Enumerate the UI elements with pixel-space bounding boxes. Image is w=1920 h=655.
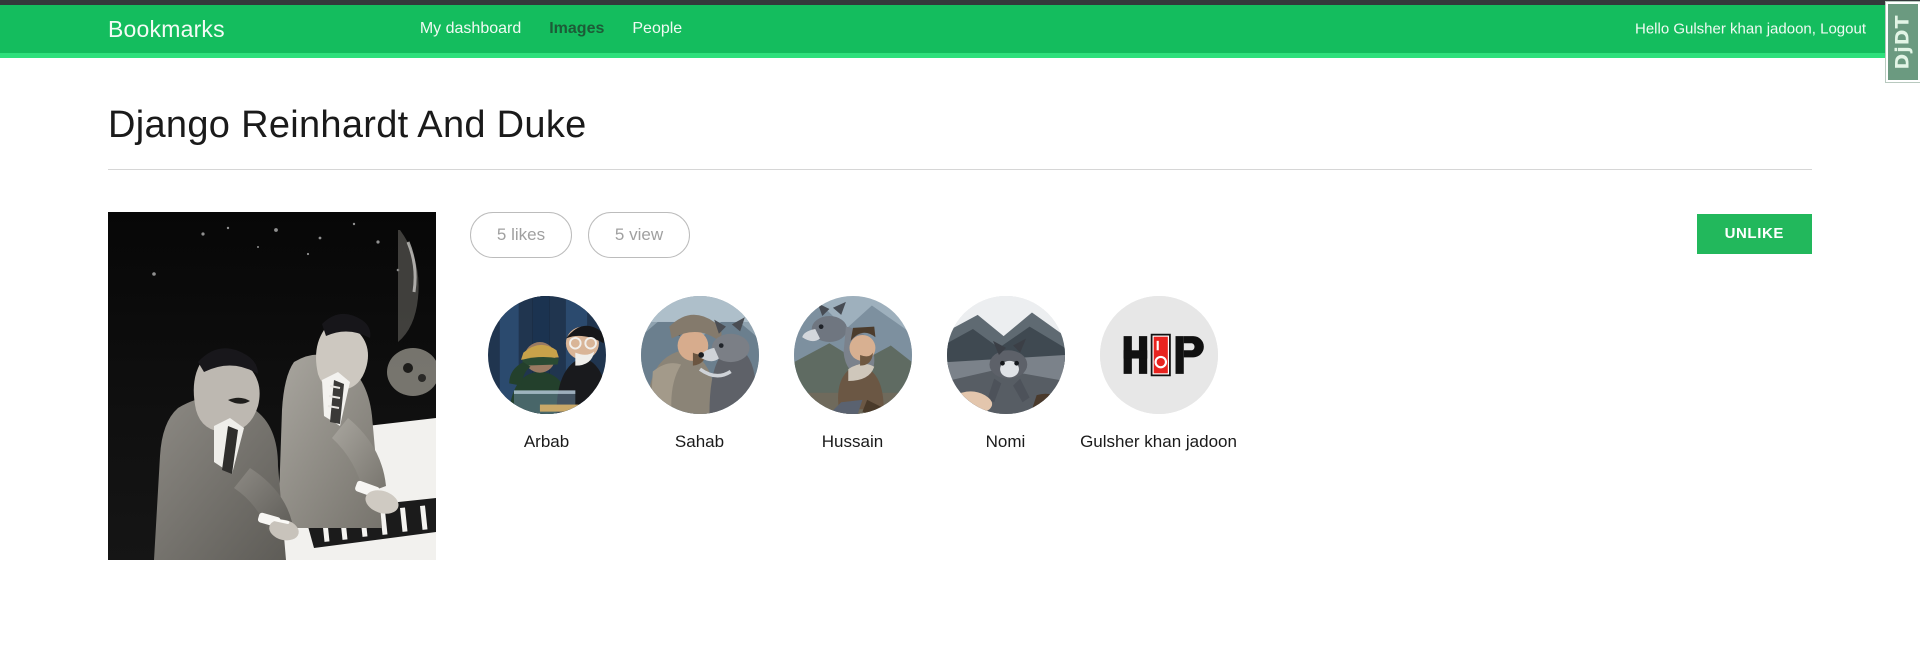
person-name: Gulsher khan jadoon — [1080, 431, 1237, 451]
navbar-underline — [0, 53, 1920, 58]
liked-by-list: Arbab Sahab Hussain Nomi Gulsher khan ja… — [470, 295, 1812, 452]
avatar-hop-logo — [1099, 295, 1218, 414]
person-name: Arbab — [523, 431, 570, 451]
logout-link[interactable]: Logout — [1820, 21, 1866, 38]
person-name: Nomi — [985, 431, 1026, 451]
detail-right-column: 5 likes 5 view UNLIKE Arbab Sahab Hussai… — [470, 211, 1812, 452]
navbar: Bookmarks My dashboard Images People Hel… — [0, 5, 1920, 53]
stats-row: 5 likes 5 view UNLIKE — [470, 211, 1812, 258]
unlike-button[interactable]: UNLIKE — [1696, 213, 1812, 254]
avatar — [640, 295, 759, 414]
views-badge: 5 view — [588, 211, 690, 258]
bookmark-image[interactable] — [108, 211, 436, 560]
list-item[interactable]: Sahab — [623, 295, 776, 452]
avatar — [946, 295, 1065, 414]
greeting-text: Hello Gulsher khan jadoon, — [1634, 20, 1816, 38]
page-container: Django Reinhardt And Duke 5 likes 5 view… — [0, 104, 1920, 560]
person-name: Hussain — [821, 431, 884, 451]
user-greeting: Hello Gulsher khan jadoon, Logout — [1635, 21, 1866, 38]
person-name: Sahab — [674, 431, 725, 451]
nav-link-people[interactable]: People — [632, 21, 682, 37]
title-divider — [108, 168, 1812, 170]
list-item[interactable]: Gulsher khan jadoon — [1080, 295, 1237, 452]
nav-links: My dashboard Images People — [420, 21, 682, 37]
page-title: Django Reinhardt And Duke — [108, 104, 587, 146]
detail-content: 5 likes 5 view UNLIKE Arbab Sahab Hussai… — [108, 211, 1812, 560]
djdt-label: DjDT — [1892, 14, 1914, 70]
nav-link-images[interactable]: Images — [549, 21, 604, 37]
avatar — [793, 295, 912, 414]
list-item[interactable]: Nomi — [929, 295, 1082, 452]
django-debug-toolbar-handle[interactable]: DjDT — [1885, 1, 1920, 83]
list-item[interactable]: Arbab — [470, 295, 623, 452]
nav-link-my-dashboard[interactable]: My dashboard — [420, 21, 521, 37]
brand-logo[interactable]: Bookmarks — [108, 17, 225, 41]
avatar — [487, 295, 606, 414]
likes-badge: 5 likes — [470, 211, 572, 258]
list-item[interactable]: Hussain — [776, 295, 929, 452]
